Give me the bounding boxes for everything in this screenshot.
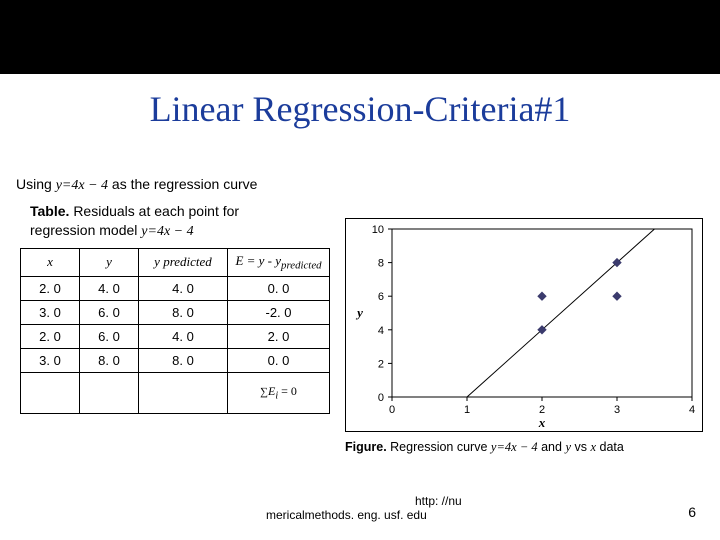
slide-title: Linear Regression-Criteria#1 <box>0 88 720 130</box>
svg-text:10: 10 <box>372 224 384 236</box>
col-x: x <box>47 254 53 269</box>
page-number: 6 <box>688 504 696 520</box>
residuals-table: x y y predicted E = y - ypredicted 2. 0 … <box>20 248 330 414</box>
svg-text:2: 2 <box>378 358 384 370</box>
svg-text:4: 4 <box>378 325 384 337</box>
footer-url-bottom: mericalmethods. eng. usf. edu <box>266 508 427 522</box>
cell: 6. 0 <box>80 300 139 324</box>
col-err-suffix: predicted <box>281 260 322 272</box>
figure-caption-label: Figure. <box>345 440 387 454</box>
cell: 0. 0 <box>228 348 330 372</box>
cell: 8. 0 <box>139 348 228 372</box>
cell: 2. 0 <box>21 324 80 348</box>
slide: Linear Regression-Criteria#1 Using y=4x … <box>0 0 720 540</box>
col-y: y <box>106 254 112 269</box>
cell: 4. 0 <box>80 276 139 300</box>
cell: 6. 0 <box>80 324 139 348</box>
cell: 0. 0 <box>228 276 330 300</box>
cell: 8. 0 <box>139 300 228 324</box>
table-caption: Table. Residuals at each point for regre… <box>30 202 290 242</box>
figure-caption-text1: Regression curve <box>390 440 487 454</box>
table-row: 2. 0 4. 0 4. 0 0. 0 <box>21 276 330 300</box>
svg-text:0: 0 <box>389 404 395 416</box>
table-caption-label: Table. <box>30 203 69 219</box>
cell: 4. 0 <box>139 324 228 348</box>
chart: 012340246810xy <box>345 218 703 432</box>
svg-text:x: x <box>538 415 546 430</box>
figure-caption: Figure. Regression curve y=4x − 4 and y … <box>345 440 705 455</box>
figure-caption-text2: and y vs x data <box>541 440 624 454</box>
using-equation: y=4x − 4 <box>56 178 108 193</box>
table-sum-row: ∑Ei = 0 <box>21 372 330 413</box>
cell: 4. 0 <box>139 276 228 300</box>
svg-text:1: 1 <box>464 404 470 416</box>
col-err-prefix: E = y - y <box>235 253 281 268</box>
svg-text:4: 4 <box>689 404 695 416</box>
sum-residuals: ∑Ei = 0 <box>228 372 330 413</box>
using-suffix: as the regression curve <box>112 176 258 192</box>
figure-caption-eq: y=4x − 4 <box>491 440 538 454</box>
cell: 2. 0 <box>21 276 80 300</box>
svg-text:y: y <box>355 305 363 320</box>
table-row: 3. 0 8. 0 8. 0 0. 0 <box>21 348 330 372</box>
table-row: 3. 0 6. 0 8. 0 -2. 0 <box>21 300 330 324</box>
cell: 3. 0 <box>21 348 80 372</box>
svg-text:3: 3 <box>614 404 620 416</box>
cell: 2. 0 <box>228 324 330 348</box>
footer-url-top: http: //nu <box>415 494 462 508</box>
svg-text:0: 0 <box>378 392 384 404</box>
top-black-band <box>0 0 720 74</box>
svg-text:6: 6 <box>378 291 384 303</box>
using-line: Using y=4x − 4 as the regression curve <box>16 176 257 194</box>
table-header-row: x y y predicted E = y - ypredicted <box>21 249 330 277</box>
using-prefix: Using <box>16 176 52 192</box>
table-caption-eq: y=4x − 4 <box>141 224 193 239</box>
chart-svg: 012340246810xy <box>346 219 702 431</box>
cell: 8. 0 <box>80 348 139 372</box>
cell: -2. 0 <box>228 300 330 324</box>
cell: 3. 0 <box>21 300 80 324</box>
col-ypred: y predicted <box>154 254 212 269</box>
table-row: 2. 0 6. 0 4. 0 2. 0 <box>21 324 330 348</box>
svg-text:8: 8 <box>378 258 384 270</box>
